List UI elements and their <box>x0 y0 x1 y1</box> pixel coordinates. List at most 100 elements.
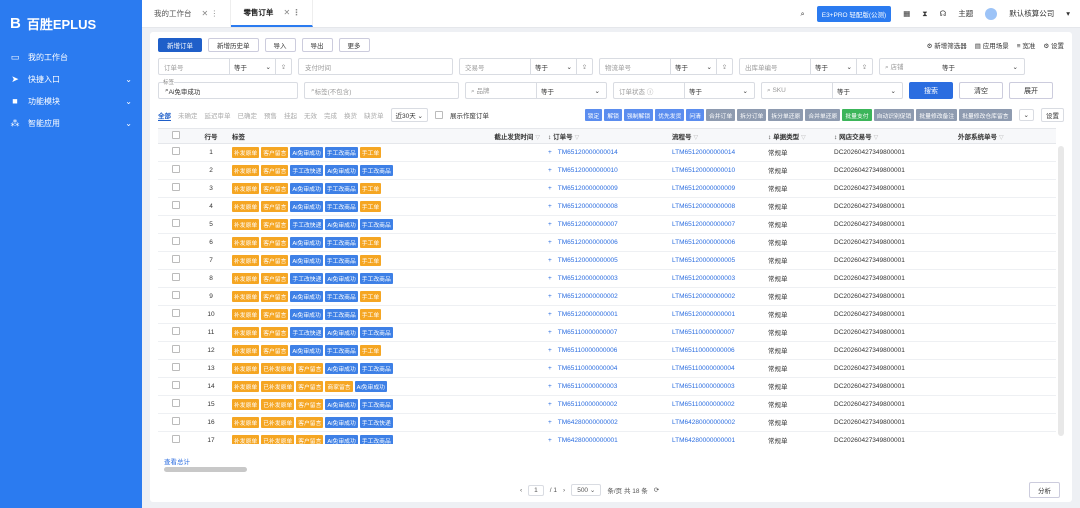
order-no-link[interactable]: TM65120000000003 <box>558 275 618 282</box>
batch-action-button[interactable]: 合并单还原 <box>805 109 841 121</box>
expand-plus-icon[interactable]: + <box>548 239 552 246</box>
operator-select[interactable]: 等于 ⌄ <box>832 83 900 98</box>
tab-retail-orders[interactable]: 零售订单 ✕ ⋮ <box>231 0 314 27</box>
table-row[interactable]: 16 补发原单 已补发原单 客户留言 Ai免审成功 手工改快递 + TM64280000000… <box>158 413 1056 432</box>
order-no-link[interactable]: TM64280000000001 <box>558 437 618 444</box>
batch-action-button[interactable]: 锁定 <box>584 109 603 121</box>
row-checkbox-cell[interactable] <box>158 395 194 414</box>
row-checkbox[interactable] <box>172 417 180 425</box>
sidebar-item-smart-apps[interactable]: ⁂ 智能应用 ⌄ <box>0 112 142 134</box>
batch-action-button[interactable]: 拆分单还原 <box>768 109 804 121</box>
flow-no-link[interactable]: LTM65110000000007 <box>672 329 735 336</box>
scenes-link[interactable]: ▤ 应用场景 <box>975 40 1009 50</box>
order-status-filter[interactable]: 订单状态 ⓘ 等于 ⌄ <box>613 82 755 99</box>
expand-plus-icon[interactable]: + <box>548 149 552 156</box>
status-tab-complete[interactable]: 完成 <box>324 110 337 120</box>
row-checkbox[interactable] <box>172 435 180 443</box>
row-checkbox[interactable] <box>172 381 180 389</box>
settings-link[interactable]: ⚙ 设置 <box>1043 40 1064 50</box>
cloud-upload-icon[interactable]: ⇪ <box>716 59 732 74</box>
row-checkbox-cell[interactable] <box>158 287 194 306</box>
sidebar-item-workbench[interactable]: ▭ 我的工作台 <box>0 46 142 68</box>
row-checkbox-cell[interactable] <box>158 431 194 444</box>
col-header-flow-no[interactable]: 流程号 ▽ <box>668 129 764 144</box>
table-row[interactable]: 3 补发原单 客户留言 Ai免审成功 手工改商品 手工单 + TM65120000000009… <box>158 179 1056 198</box>
width-link[interactable]: ≡ 宽准 <box>1017 40 1036 50</box>
operator-select[interactable]: 等于 ⌄ <box>229 59 275 74</box>
order-no-link[interactable]: TM65120000000001 <box>558 311 618 318</box>
operator-select[interactable]: 等于 ⌄ <box>810 59 856 74</box>
expand-plus-icon[interactable]: + <box>548 401 552 408</box>
order-no-link[interactable]: TM65110000000002 <box>558 401 618 408</box>
refresh-icon[interactable]: ⟳ <box>654 486 659 494</box>
order-no-link[interactable]: TM65110000000004 <box>558 365 618 372</box>
status-tab-delayed[interactable]: 延迟审单 <box>205 110 231 120</box>
row-checkbox-cell[interactable] <box>158 161 194 180</box>
expand-plus-icon[interactable]: + <box>548 257 552 264</box>
status-tab-all[interactable]: 全部 <box>158 110 171 121</box>
outbound-no-filter[interactable]: 出库单编号 等于 ⌄ ⇪ <box>739 58 873 75</box>
table-row[interactable]: 2 补发原单 客户留言 手工改快递 Ai免审成功 手工改商品 + TM651200000000… <box>158 161 1056 180</box>
new-order-button[interactable]: 新增订单 <box>158 38 202 52</box>
trade-no-filter[interactable]: 交易号 等于 ⌄ ⇪ <box>459 58 593 75</box>
flow-no-link[interactable]: LTM64280000000001 <box>672 437 735 444</box>
flow-no-link[interactable]: LTM65110000000002 <box>672 401 735 408</box>
select-all-checkbox-cell[interactable] <box>158 129 194 144</box>
vertical-scrollbar[interactable] <box>1058 146 1064 436</box>
batch-action-button[interactable]: 解锁 <box>604 109 622 121</box>
batch-action-button[interactable]: 批量修改备注 <box>916 109 958 121</box>
col-header-tags[interactable]: 标签 <box>228 129 448 144</box>
settings-button[interactable]: 设置 <box>1041 108 1064 122</box>
row-checkbox-cell[interactable] <box>158 233 194 252</box>
batch-action-button[interactable]: 批量支付 <box>842 109 872 121</box>
filter-icon[interactable]: ▽ <box>801 135 806 141</box>
flow-no-link[interactable]: LTM65120000000003 <box>672 275 735 282</box>
order-no-link[interactable]: TM65120000000005 <box>558 257 618 264</box>
flow-no-link[interactable]: LTM65120000000005 <box>672 257 735 264</box>
tab-workbench[interactable]: 我的工作台 ✕ ⋮ <box>142 0 232 27</box>
status-tab-hold[interactable]: 挂起 <box>284 110 297 120</box>
row-checkbox-cell[interactable] <box>158 197 194 216</box>
flow-no-link[interactable]: LTM65120000000009 <box>672 185 735 192</box>
flow-no-link[interactable]: LTM65120000000014 <box>672 149 735 156</box>
expand-plus-icon[interactable]: + <box>548 437 552 444</box>
select-all-checkbox[interactable] <box>172 130 180 139</box>
flow-no-link[interactable]: LTM65110000000004 <box>672 365 735 372</box>
row-checkbox[interactable] <box>172 255 180 263</box>
more-button[interactable]: 更多 <box>338 38 370 52</box>
next-page-icon[interactable]: › <box>563 487 565 494</box>
order-no-link[interactable]: TM65120000000014 <box>558 149 618 156</box>
order-no-link[interactable]: TM65110000000006 <box>558 347 618 354</box>
expand-plus-icon[interactable]: + <box>548 383 552 390</box>
collapse-toggle[interactable]: ⌄ <box>1018 109 1034 121</box>
avatar[interactable] <box>985 7 998 20</box>
row-checkbox-cell[interactable] <box>158 251 194 270</box>
row-checkbox-cell[interactable] <box>158 305 194 324</box>
days-select[interactable]: 近30天 ⌄ <box>390 108 428 122</box>
col-header-order-no[interactable]: ↕ 订单号 ▽ <box>544 129 668 144</box>
pay-time-filter[interactable]: 支付时间 <box>298 58 453 75</box>
logistics-no-filter[interactable]: 物流单号 等于 ⌄ ⇪ <box>599 58 733 75</box>
table-row[interactable]: 12 补发原单 客户留言 Ai免审成功 手工改商品 手工单 + TM6511000000000… <box>158 341 1056 360</box>
row-checkbox-cell[interactable] <box>158 179 194 198</box>
batch-action-button[interactable]: 拆分订单 <box>737 109 767 121</box>
table-row[interactable]: 5 补发原单 客户留言 手工改快递 Ai免审成功 手工改商品 + TM651200000000… <box>158 215 1056 234</box>
table-row[interactable]: 11 补发原单 客户留言 手工改快递 Ai免审成功 手工改商品 + TM65110000000… <box>158 323 1056 342</box>
table-row[interactable]: 7 补发原单 客户留言 Ai免审成功 手工改商品 手工单 + TM65120000000005… <box>158 251 1056 270</box>
flow-no-link[interactable]: LTM65120000000001 <box>672 311 735 318</box>
filter-icon[interactable]: ▽ <box>694 135 699 141</box>
prev-page-icon[interactable]: ‹ <box>520 487 522 494</box>
table-row[interactable]: 6 补发原单 客户留言 Ai免审成功 手工改商品 手工单 + TM65120000000006… <box>158 233 1056 252</box>
row-checkbox-cell[interactable] <box>158 269 194 288</box>
batch-action-button[interactable]: 问清 <box>686 109 704 121</box>
status-tab-invalid[interactable]: 无效 <box>304 110 317 120</box>
filter-icon[interactable]: ▽ <box>999 135 1004 141</box>
table-row[interactable]: 15 补发原单 已补发原单 客户留言 Ai免审成功 手工改商品 + TM65110000000… <box>158 395 1056 414</box>
col-header-external-no[interactable]: 外部系统单号 ▽ <box>954 129 1056 144</box>
order-no-link[interactable]: TM65120000000002 <box>558 293 618 300</box>
table-row[interactable]: 9 补发原单 客户留言 Ai免审成功 手工改商品 手工单 + TM65120000000002… <box>158 287 1056 306</box>
export-button[interactable]: 导出 <box>301 38 333 52</box>
analyze-button[interactable]: 分析 <box>1029 482 1060 498</box>
row-checkbox[interactable] <box>172 219 180 227</box>
order-no-link[interactable]: TM65120000000008 <box>558 203 618 210</box>
